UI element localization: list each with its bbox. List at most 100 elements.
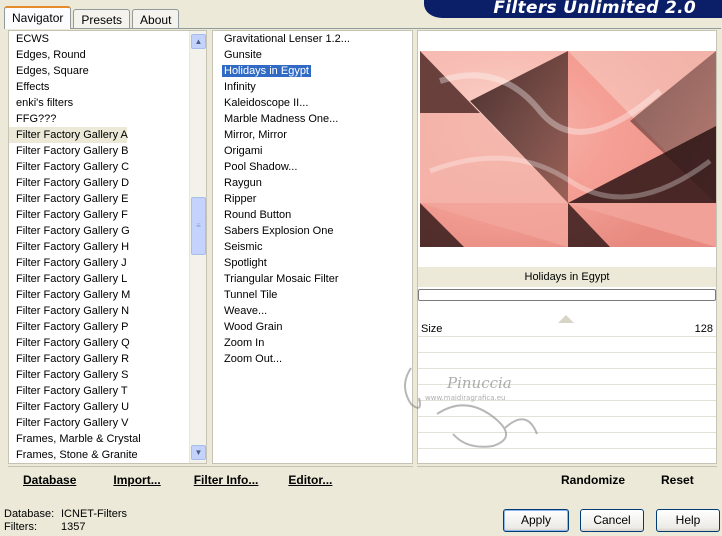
database-button[interactable]: Database (23, 473, 76, 487)
param-size-row[interactable]: Size 128 (418, 315, 716, 337)
category-item[interactable]: Frames, Marble & Crystal (9, 431, 206, 447)
category-item[interactable]: Filter Factory Gallery Q (9, 335, 206, 351)
category-item[interactable]: Filter Factory Gallery F (9, 207, 206, 223)
param-row-empty (418, 417, 716, 433)
category-scrollbar[interactable]: ▲ ≡ ▼ (189, 31, 206, 463)
filter-item[interactable]: Zoom In (213, 335, 412, 351)
category-item[interactable]: Filter Factory Gallery G (9, 223, 206, 239)
filter-item-label: Ripper (224, 193, 257, 205)
filter-item[interactable]: Wood Grain (213, 319, 412, 335)
scroll-down-button[interactable]: ▼ (191, 445, 206, 460)
category-item-label: Filter Factory Gallery Q (16, 337, 130, 349)
category-item-label: ECWS (16, 33, 49, 45)
right-action-bar: Randomize Reset (417, 466, 717, 492)
filter-info-button[interactable]: Filter Info... (194, 473, 259, 487)
category-item[interactable]: Filter Factory Gallery H (9, 239, 206, 255)
filter-item[interactable]: Round Button (213, 207, 412, 223)
category-item-label: Filter Factory Gallery E (16, 193, 129, 205)
category-item[interactable]: Filter Factory Gallery C (9, 159, 206, 175)
filter-item-label: Infinity (224, 81, 256, 93)
category-item[interactable]: Effects (9, 79, 206, 95)
category-item[interactable]: Frames, Stone & Granite (9, 447, 206, 463)
param-area: Size 128 (418, 315, 716, 463)
filter-item[interactable]: Kaleidoscope II... (213, 95, 412, 111)
category-item[interactable]: Edges, Round (9, 47, 206, 63)
filter-item-label: Seismic (224, 241, 263, 253)
param-row-empty (418, 353, 716, 369)
tab-presets[interactable]: Presets (73, 9, 131, 29)
filter-item[interactable]: Ripper (213, 191, 412, 207)
category-item[interactable]: Filter Factory Gallery E (9, 191, 206, 207)
filter-item[interactable]: Triangular Mosaic Filter (213, 271, 412, 287)
category-item[interactable]: Filter Factory Gallery J (9, 255, 206, 271)
param-row-empty (418, 401, 716, 417)
filter-item-label: Marble Madness One... (224, 113, 339, 125)
filter-item[interactable]: Origami (213, 143, 412, 159)
category-item-label: Filter Factory Gallery T (16, 385, 128, 397)
category-item[interactable]: Filter Factory Gallery D (9, 175, 206, 191)
category-list[interactable]: ECWS Edges, Round Edges, Square Effects enki… (8, 30, 207, 464)
category-item[interactable]: Filter Factory Gallery M (9, 287, 206, 303)
tab-navigator[interactable]: Navigator (4, 6, 72, 29)
filter-item[interactable]: Gravitational Lenser 1.2... (213, 31, 412, 47)
help-button[interactable]: Help (656, 509, 720, 532)
category-item-label: Frames, Stone & Granite (16, 449, 138, 461)
category-item[interactable]: FFG??? (9, 111, 206, 127)
category-item[interactable]: ECWS (9, 31, 206, 47)
filter-item[interactable]: Weave... (213, 303, 412, 319)
category-item[interactable]: Filter Factory Gallery L (9, 271, 206, 287)
filter-item-label: Gravitational Lenser 1.2... (224, 33, 350, 45)
reset-button[interactable]: Reset (661, 473, 694, 487)
category-item-label: FFG??? (16, 113, 57, 125)
category-item[interactable]: Filter Factory Gallery V (9, 415, 206, 431)
category-item[interactable]: Filter Factory Gallery B (9, 143, 206, 159)
category-item[interactable]: Edges, Square (9, 63, 206, 79)
category-item-label: Filter Factory Gallery B (16, 145, 129, 157)
filter-item-label: Pool Shadow... (224, 161, 298, 173)
apply-button[interactable]: Apply (503, 509, 569, 532)
database-value: ICNET-Filters (61, 508, 127, 520)
filter-item[interactable]: Holidays in Egypt (213, 63, 412, 79)
category-item[interactable]: Filter Factory Gallery R (9, 351, 206, 367)
filter-item[interactable]: Spotlight (213, 255, 412, 271)
filter-item[interactable]: Mirror, Mirror (213, 127, 412, 143)
tab-about[interactable]: About (132, 9, 180, 29)
filter-item[interactable]: Zoom Out... (213, 351, 412, 367)
filter-item-label: Raygun (224, 177, 262, 189)
param-label: Size (421, 323, 443, 335)
param-row-empty (418, 369, 716, 385)
category-item[interactable]: Filter Factory Gallery A (9, 127, 128, 143)
category-item[interactable]: enki's filters (9, 95, 206, 111)
editor-button[interactable]: Editor... (288, 473, 332, 487)
filter-item-label: Kaleidoscope II... (224, 97, 309, 109)
category-item-label: Filter Factory Gallery M (16, 289, 131, 301)
filter-item[interactable]: Infinity (213, 79, 412, 95)
filter-item-label: Spotlight (224, 257, 267, 269)
scroll-thumb[interactable]: ≡ (191, 197, 206, 255)
category-item-label: Filter Factory Gallery N (16, 305, 130, 317)
filter-list[interactable]: Gravitational Lenser 1.2... Gunsite Holida… (212, 30, 413, 464)
import-button[interactable]: Import... (113, 473, 160, 487)
category-item-label: enki's filters (16, 97, 74, 109)
filter-item[interactable]: Gunsite (213, 47, 412, 63)
filter-item[interactable]: Raygun (213, 175, 412, 191)
scroll-up-button[interactable]: ▲ (191, 34, 206, 49)
status-area: Database: ICNET-Filters Filters: 1357 (4, 508, 127, 534)
randomize-button[interactable]: Randomize (561, 473, 625, 487)
category-item[interactable]: Filter Factory Gallery P (9, 319, 206, 335)
param-row-empty (418, 385, 716, 401)
database-label: Database: (4, 508, 55, 520)
filter-item[interactable]: Tunnel Tile (213, 287, 412, 303)
filter-item-label: Triangular Mosaic Filter (224, 273, 339, 285)
category-item[interactable]: Filter Factory Gallery U (9, 399, 206, 415)
cancel-button[interactable]: Cancel (580, 509, 644, 532)
category-item[interactable]: Filter Factory Gallery T (9, 383, 206, 399)
filter-item[interactable]: Sabers Explosion One (213, 223, 412, 239)
filter-item-label: Mirror, Mirror (224, 129, 287, 141)
filter-item[interactable]: Pool Shadow... (213, 159, 412, 175)
filter-item[interactable]: Seismic (213, 239, 412, 255)
category-item[interactable]: Filter Factory Gallery N (9, 303, 206, 319)
category-item[interactable]: Filter Factory Gallery S (9, 367, 206, 383)
filter-item[interactable]: Marble Madness One... (213, 111, 412, 127)
param-value: 128 (694, 323, 713, 335)
